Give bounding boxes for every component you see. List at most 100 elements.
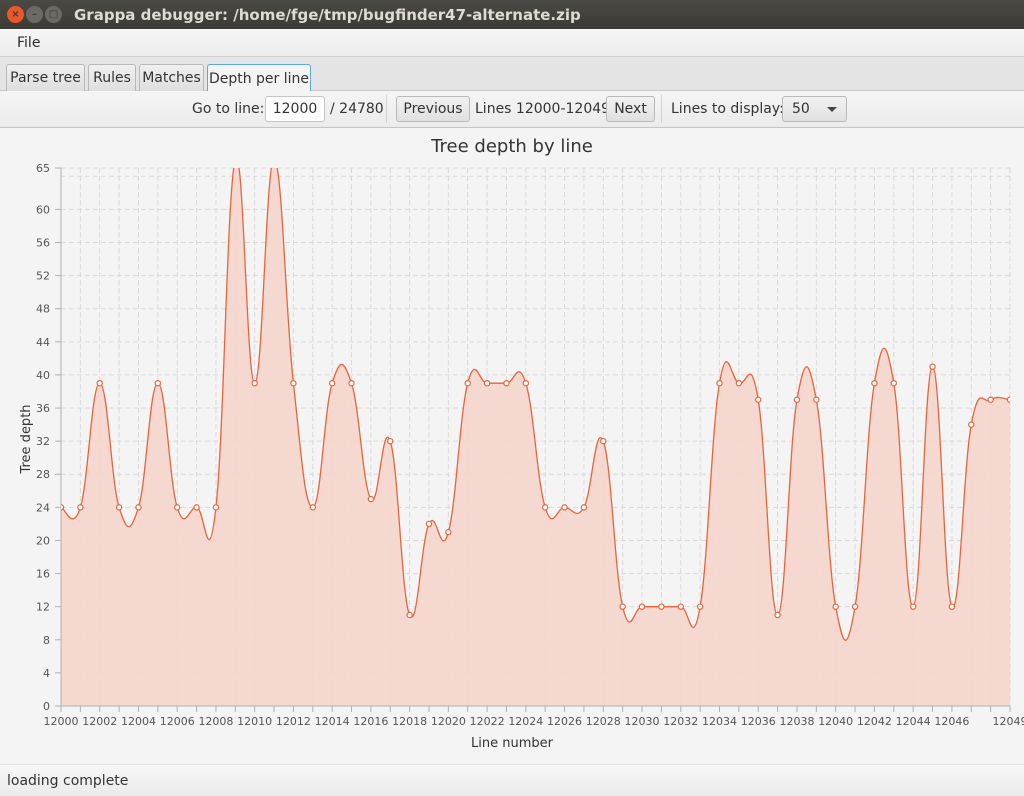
previous-button[interactable]: Previous [396,96,470,122]
data-point [193,504,200,511]
window-close-button[interactable]: × [7,6,24,23]
x-tick-label: 12028 [586,715,621,728]
lines-to-display-select[interactable]: 50 [782,96,847,122]
x-tick-label: 12006 [160,715,195,728]
x-tick-label: 12030 [625,715,660,728]
x-tick-label: 12020 [431,715,466,728]
tab-depth-per-line[interactable]: Depth per line [207,64,311,92]
data-point [522,379,530,387]
data-point [212,504,220,511]
goto-line-label: Go to line: [192,101,265,117]
data-point [233,157,238,162]
y-tick-label: 0 [43,700,50,713]
data-point [445,528,452,536]
data-point [677,603,684,610]
maximize-icon: □ [48,8,59,20]
data-point [793,396,801,403]
tab-parse-tree[interactable]: Parse tree [6,64,85,91]
y-tick-label: 8 [43,634,50,647]
data-point [851,603,859,610]
x-tick-label: 12014 [315,715,350,728]
y-tick-label: 56 [36,236,50,249]
x-axis-label: Line number [471,736,554,751]
y-tick-label: 24 [36,501,50,514]
data-point [735,379,743,387]
y-tick-label: 65 [36,162,50,175]
x-tick-label: 12034 [702,715,737,728]
data-point [328,379,336,387]
data-point [154,379,162,387]
chart-title: Tree depth by line [430,136,593,157]
toolbar-separator [386,95,387,123]
window-maximize-button[interactable]: □ [45,6,62,23]
lines-to-display-label: Lines to display: [671,101,784,117]
data-point [638,603,646,610]
next-button[interactable]: Next [606,96,655,122]
x-tick-label: 12026 [547,715,582,728]
x-tick-label: 12036 [741,715,776,728]
data-point [135,504,142,511]
x-tick-label: 12002 [82,715,117,728]
lines-to-display-value: 50 [792,101,810,117]
x-tick-label: 12004 [121,715,156,728]
data-point [948,603,956,610]
y-tick-label: 12 [36,601,50,614]
y-tick-label: 60 [36,203,50,216]
x-tick-label: 12042 [857,715,892,728]
data-point [115,504,123,511]
y-axis-label: Tree depth [19,404,34,474]
status-text: loading complete [7,773,129,789]
data-point [96,379,103,387]
window-minimize-button[interactable]: – [26,6,43,23]
data-point [909,603,917,610]
y-tick-label: 16 [36,568,50,581]
data-point [367,495,375,503]
x-tick-label: 12038 [779,715,814,728]
y-tick-label: 20 [36,534,50,547]
y-tick-label: 48 [36,303,50,316]
x-tick-label: 12022 [470,715,505,728]
menubar: File [0,29,1024,57]
x-tick-label: 12046 [934,715,969,728]
data-point [716,379,723,387]
tab-rules[interactable]: Rules [88,64,136,91]
data-point [774,611,781,619]
depth-area-fill [61,168,1010,706]
x-tick-label: 12000 [44,715,79,728]
window-title: Grappa debugger: /home/fge/tmp/bugfinder… [74,5,581,24]
goto-line-input[interactable] [265,96,325,122]
data-point [174,504,181,511]
data-point [348,379,355,387]
data-point [309,504,316,511]
data-point [561,504,568,511]
y-tick-label: 36 [36,402,50,415]
x-tick-label: 12032 [663,715,698,728]
data-point [290,379,297,387]
data-point [503,379,510,387]
data-point [1006,396,1010,403]
tab-matches[interactable]: Matches [139,64,204,91]
data-point [541,504,549,511]
y-tick-label: 40 [36,369,50,382]
data-point [77,504,84,511]
toolbar-separator [661,95,662,123]
data-point [658,603,665,610]
x-tick-label: 12018 [392,715,427,728]
data-point [871,379,878,387]
data-point [600,437,607,445]
data-point [580,504,588,511]
depth-chart: Tree depth by line 0 4 8 12 16 20 24 28 32 36 40 44… [0,129,1024,764]
x-tick-label: 12012 [276,715,311,728]
chevron-down-icon [827,107,837,112]
data-point [271,157,276,162]
data-point [890,379,897,387]
menu-file[interactable]: File [17,35,40,51]
navigation-toolbar: Go to line: / 24780 Previous Lines 12000… [0,91,1024,128]
line-range-label: Lines 12000-12049 [475,101,611,117]
data-point [619,603,626,610]
data-point [483,379,491,387]
y-tick-label: 44 [36,336,50,349]
window-titlebar: × – □ Grappa debugger: /home/fge/tmp/bug… [0,0,1024,29]
x-tick-label: 12008 [198,715,233,728]
y-tick-label: 32 [36,435,50,448]
